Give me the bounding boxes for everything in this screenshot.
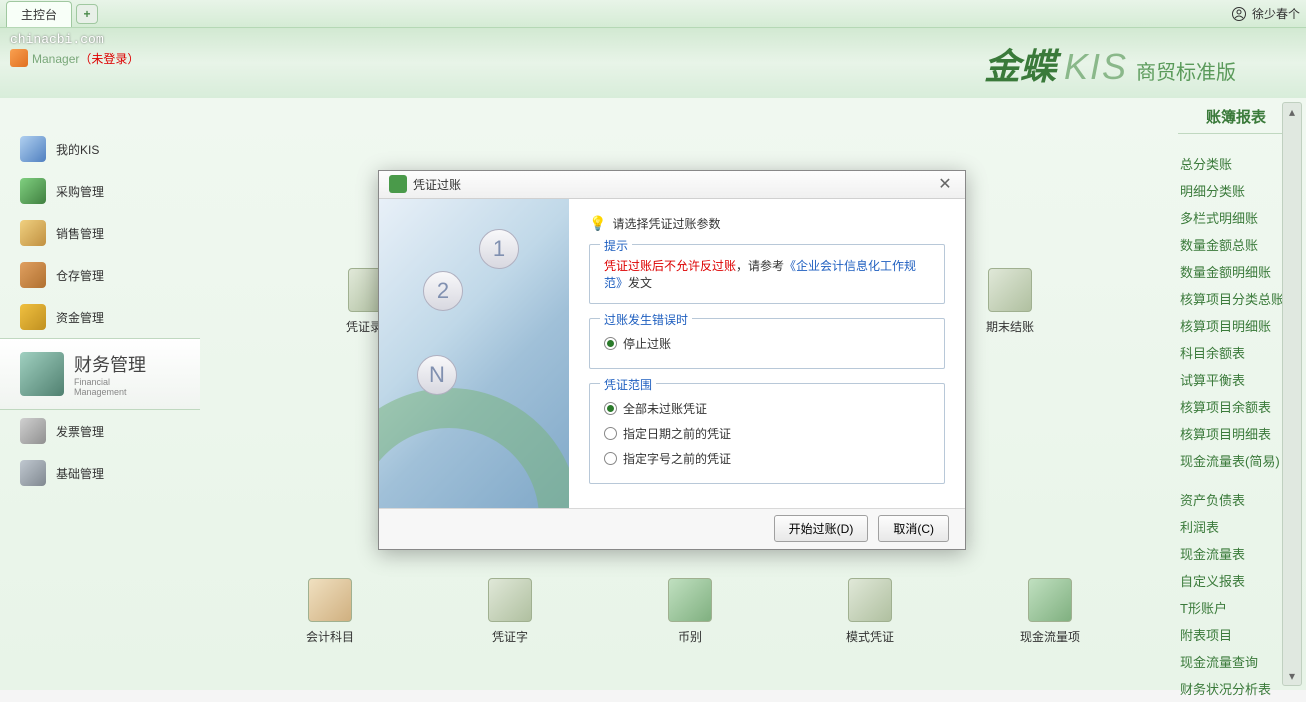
- radio-icon: [604, 452, 617, 465]
- bulb-icon: 💡: [589, 215, 606, 232]
- period-end-button[interactable]: 期末结账: [970, 268, 1050, 335]
- report-link[interactable]: 总分类账: [1178, 150, 1294, 177]
- radio-icon: [604, 427, 617, 440]
- report-link[interactable]: 现金流量表: [1178, 540, 1294, 567]
- step-n-icon: N: [417, 355, 457, 395]
- dialog-sidebar: 1 2 N: [379, 199, 569, 508]
- account-subject-button[interactable]: 会计科目: [290, 578, 370, 645]
- report-link[interactable]: 附表项目: [1178, 621, 1294, 648]
- report-link[interactable]: T形账户: [1178, 594, 1294, 621]
- scroll-down-icon[interactable]: ▾: [1283, 667, 1301, 685]
- sidebar: 我的KIS 采购管理 销售管理 仓存管理 资金管理 财务管理Financial …: [0, 98, 200, 690]
- dialog-icon: [389, 175, 407, 193]
- voucher-post-dialog: 凭证过账 ✕ 1 2 N 💡 请选择凭证过账参数 提示 凭证过账后不允许反过账，…: [378, 170, 966, 550]
- report-link[interactable]: 现金流量表(简易): [1178, 447, 1294, 474]
- user-name: 徐少春个: [1252, 5, 1300, 22]
- report-link[interactable]: 核算项目分类总账: [1178, 285, 1294, 312]
- report-link[interactable]: 财务状况分析表: [1178, 675, 1294, 702]
- dialog-footer: 开始过账(D) 取消(C): [379, 508, 965, 549]
- sales-icon: [20, 220, 46, 246]
- close-button[interactable]: ✕: [935, 174, 955, 194]
- top-bar: 主控台 + 徐少春个: [0, 0, 1306, 28]
- currency-button[interactable]: 币别: [650, 578, 730, 645]
- finance-icon: [20, 352, 64, 396]
- sidebar-item-purchase[interactable]: 采购管理: [0, 170, 200, 212]
- period-end-icon: [988, 268, 1032, 312]
- report-link[interactable]: 科目余额表: [1178, 339, 1294, 366]
- radio-icon: [604, 402, 617, 415]
- tab-console[interactable]: 主控台: [6, 1, 72, 27]
- report-link[interactable]: 利润表: [1178, 513, 1294, 540]
- user-icon: [1232, 7, 1246, 21]
- purchase-icon: [20, 178, 46, 204]
- report-link[interactable]: 明细分类账: [1178, 177, 1294, 204]
- report-link[interactable]: 核算项目余额表: [1178, 393, 1294, 420]
- my-kis-icon: [20, 136, 46, 162]
- step-1-icon: 1: [479, 229, 519, 269]
- header: chinacbi.com Manager（未登录） 金蝶 KIS 商贸标准版: [0, 28, 1306, 98]
- sidebar-item-inventory[interactable]: 仓存管理: [0, 254, 200, 296]
- cancel-button[interactable]: 取消(C): [878, 515, 949, 542]
- sidebar-item-finance[interactable]: 财务管理Financial Management: [0, 338, 200, 410]
- sidebar-item-basic[interactable]: 基础管理: [0, 452, 200, 494]
- close-icon: ✕: [938, 174, 951, 194]
- report-link[interactable]: 核算项目明细表: [1178, 420, 1294, 447]
- scrollbar[interactable]: ▴ ▾: [1282, 102, 1302, 686]
- radio-before-date[interactable]: 指定日期之前的凭证: [604, 421, 930, 446]
- currency-icon: [668, 578, 712, 622]
- sidebar-item-invoice[interactable]: 发票管理: [0, 410, 200, 452]
- voucher-word-button[interactable]: 凭证字: [470, 578, 550, 645]
- sidebar-item-funds[interactable]: 资金管理: [0, 296, 200, 338]
- hint-fieldset: 提示 凭证过账后不允许反过账，请参考《企业会计信息化工作规范》发文: [589, 244, 945, 304]
- right-panel-title: 账簿报表: [1178, 106, 1294, 134]
- report-link[interactable]: 资产负债表: [1178, 486, 1294, 513]
- dialog-title: 凭证过账: [413, 176, 461, 193]
- hint-legend: 提示: [600, 237, 632, 254]
- funds-icon: [20, 304, 46, 330]
- cashflow-item-icon: [1028, 578, 1072, 622]
- template-voucher-button[interactable]: 模式凭证: [830, 578, 910, 645]
- sidebar-item-my-kis[interactable]: 我的KIS: [0, 128, 200, 170]
- manager-icon: [10, 49, 28, 67]
- radio-stop-post[interactable]: 停止过账: [604, 331, 930, 356]
- report-link[interactable]: 自定义报表: [1178, 567, 1294, 594]
- inventory-icon: [20, 262, 46, 288]
- cashflow-item-button[interactable]: 现金流量项: [1010, 578, 1090, 645]
- template-voucher-icon: [848, 578, 892, 622]
- range-legend: 凭证范围: [600, 376, 656, 393]
- dialog-body: 1 2 N 💡 请选择凭证过账参数 提示 凭证过账后不允许反过账，请参考《企业会…: [379, 199, 965, 508]
- voucher-word-icon: [488, 578, 532, 622]
- invoice-icon: [20, 418, 46, 444]
- range-fieldset: 凭证范围 全部未过账凭证 指定日期之前的凭证 指定字号之前的凭证: [589, 383, 945, 484]
- basic-icon: [20, 460, 46, 486]
- start-post-button[interactable]: 开始过账(D): [774, 515, 869, 542]
- dialog-titlebar[interactable]: 凭证过账 ✕: [379, 171, 965, 199]
- scroll-up-icon[interactable]: ▴: [1283, 103, 1301, 121]
- account-subject-icon: [308, 578, 352, 622]
- manager-text: Manager（未登录）: [32, 50, 139, 67]
- brand-logo: 金蝶 KIS 商贸标准版: [984, 38, 1236, 90]
- report-link[interactable]: 核算项目明细账: [1178, 312, 1294, 339]
- report-link[interactable]: 多栏式明细账: [1178, 204, 1294, 231]
- radio-icon: [604, 337, 617, 350]
- topbar-user[interactable]: 徐少春个: [1232, 5, 1300, 22]
- report-link[interactable]: 数量金额明细账: [1178, 258, 1294, 285]
- sidebar-item-sales[interactable]: 销售管理: [0, 212, 200, 254]
- report-link[interactable]: 数量金额总账: [1178, 231, 1294, 258]
- hint-warning: 凭证过账后不允许反过账: [604, 259, 736, 273]
- tab-add-button[interactable]: +: [76, 4, 98, 24]
- error-legend: 过账发生错误时: [600, 311, 692, 328]
- step-2-icon: 2: [423, 271, 463, 311]
- dialog-prompt: 💡 请选择凭证过账参数: [589, 215, 945, 232]
- radio-all-unposted[interactable]: 全部未过账凭证: [604, 396, 930, 421]
- report-link[interactable]: 试算平衡表: [1178, 366, 1294, 393]
- dialog-content: 💡 请选择凭证过账参数 提示 凭证过账后不允许反过账，请参考《企业会计信息化工作…: [569, 199, 965, 508]
- report-link[interactable]: 现金流量查询: [1178, 648, 1294, 675]
- radio-before-number[interactable]: 指定字号之前的凭证: [604, 446, 930, 471]
- error-fieldset: 过账发生错误时 停止过账: [589, 318, 945, 369]
